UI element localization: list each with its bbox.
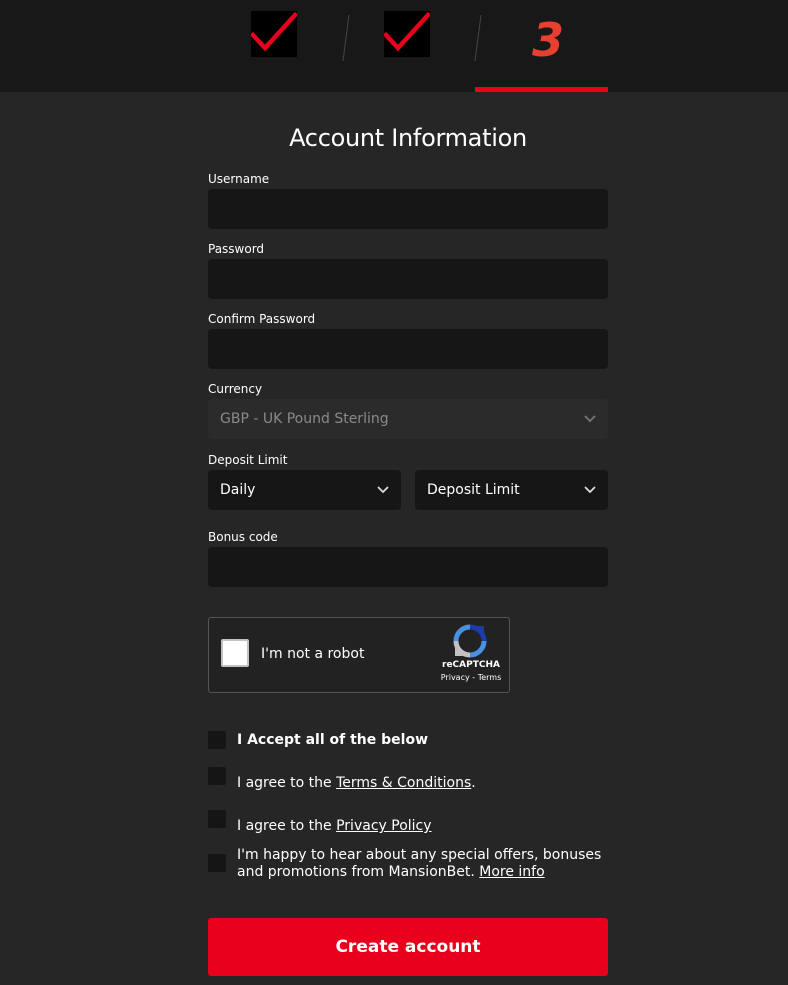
recaptcha-label: I'm not a robot	[261, 646, 365, 662]
accept-all-label: I Accept all of the below	[237, 732, 428, 748]
deposit-period-value: Daily	[220, 482, 256, 498]
username-input[interactable]	[208, 189, 608, 229]
bonus-code-label: Bonus code	[208, 530, 278, 544]
offers-label: I'm happy to hear about any special offe…	[237, 847, 609, 881]
offers-checkbox[interactable]	[208, 854, 226, 872]
accept-all-checkbox[interactable]	[208, 731, 226, 749]
step-3-number: 3	[531, 13, 564, 67]
recaptcha-brand: reCAPTCHA	[442, 660, 500, 670]
password-input[interactable]	[208, 259, 608, 299]
currency-label: Currency	[208, 382, 263, 396]
username-label: Username	[208, 172, 270, 186]
step-1-complete	[251, 11, 297, 57]
chevron-down-icon	[584, 486, 596, 494]
terms-label: I agree to the Terms & Conditions.	[237, 775, 476, 792]
offers-text: I'm happy to hear about any special offe…	[237, 847, 602, 880]
privacy-prefix: I agree to the	[237, 818, 337, 834]
password-label: Password	[208, 242, 265, 256]
currency-select-value: GBP - UK Pound Sterling	[220, 411, 389, 427]
checkmark-icon	[384, 11, 430, 52]
more-info-link[interactable]: More info	[479, 864, 544, 880]
checkmark-icon	[251, 11, 297, 52]
deposit-period-select[interactable]: Daily	[208, 470, 401, 510]
currency-select[interactable]: GBP - UK Pound Sterling	[208, 399, 608, 439]
page-title: Account Information	[289, 124, 527, 152]
terms-link[interactable]: Terms & Conditions	[336, 775, 471, 791]
chevron-down-icon	[377, 486, 389, 494]
confirm-password-input[interactable]	[208, 329, 608, 369]
terms-checkbox[interactable]	[208, 767, 226, 785]
step-divider	[342, 14, 350, 62]
recaptcha-logo-icon	[453, 624, 487, 658]
recaptcha-privacy-terms[interactable]: Privacy - Terms	[431, 673, 511, 682]
step-divider	[474, 14, 482, 62]
create-account-button[interactable]: Create account	[208, 918, 608, 976]
privacy-checkbox[interactable]	[208, 810, 226, 828]
privacy-link[interactable]: Privacy Policy	[336, 818, 431, 834]
confirm-password-label: Confirm Password	[208, 312, 316, 326]
step-indicator: 3	[0, 0, 788, 92]
deposit-limit-label: Deposit Limit	[208, 453, 288, 467]
privacy-label: I agree to the Privacy Policy	[237, 818, 432, 835]
terms-prefix: I agree to the	[237, 775, 337, 791]
chevron-down-icon	[584, 415, 596, 423]
terms-suffix: .	[471, 775, 476, 791]
active-step-indicator	[475, 87, 608, 92]
recaptcha-checkbox[interactable]	[221, 639, 249, 667]
recaptcha-widget: I'm not a robot reCAPTCHA Privacy - Term…	[208, 617, 510, 693]
bonus-code-input[interactable]	[208, 547, 608, 587]
deposit-amount-value: Deposit Limit	[427, 482, 520, 498]
deposit-amount-select[interactable]: Deposit Limit	[415, 470, 608, 510]
step-2-complete	[384, 11, 430, 57]
